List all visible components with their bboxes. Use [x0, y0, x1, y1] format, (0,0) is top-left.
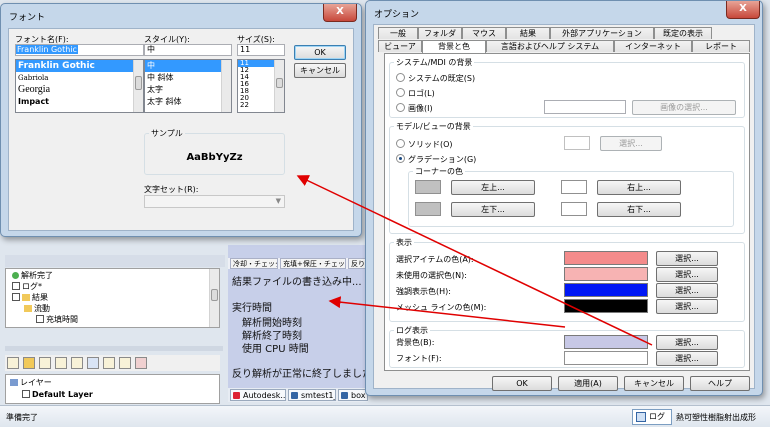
arrow-to-log-panel: [328, 296, 566, 328]
annotation-arrows: [296, 175, 653, 346]
tab-background-colors[interactable]: 背景と色: [422, 40, 486, 53]
arrow-to-font-dialog: [296, 175, 653, 346]
